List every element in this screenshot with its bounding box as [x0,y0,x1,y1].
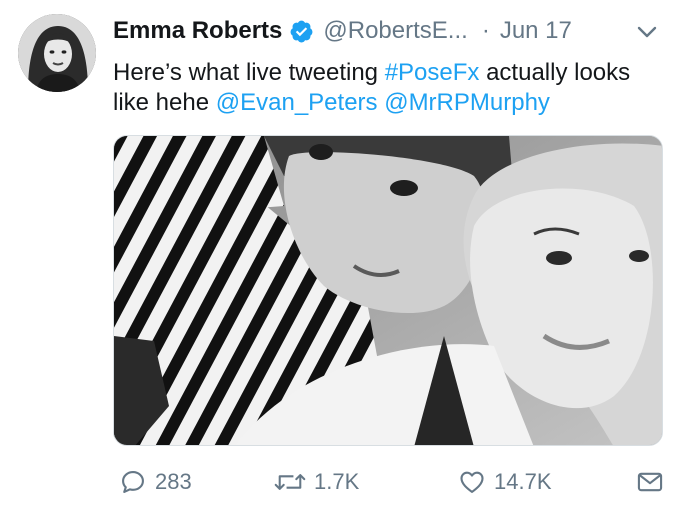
reply-icon [122,471,144,493]
retweet-button[interactable]: 1.7K [274,466,359,498]
author-handle[interactable]: @RobertsE... [323,17,467,45]
tweet-text: Here’s what live tweeting #PoseFx actual… [113,58,653,118]
action-bar: 283 1.7K 14.7K [113,466,663,498]
retweet-icon [274,474,306,490]
chevron-down-icon[interactable] [636,21,658,43]
direct-message-button[interactable] [636,466,664,498]
tweet-date[interactable]: Jun 17 [500,17,572,45]
reply-button[interactable]: 283 [119,466,192,498]
author-name[interactable]: Emma Roberts [113,17,282,45]
like-icon [460,471,484,493]
hashtag-link[interactable]: #PoseFx [385,59,480,86]
mention-link[interactable]: @Evan_Peters [216,89,378,116]
like-count: 14.7K [494,469,552,494]
reply-count: 283 [155,469,192,494]
avatar[interactable] [18,14,96,92]
direct-message-icon [637,472,663,492]
retweet-count: 1.7K [314,469,360,494]
tweet-photo[interactable] [113,135,663,446]
like-button[interactable]: 14.7K [458,466,552,498]
tweet-header: Emma Roberts @RobertsE... · Jun 17 [113,16,660,46]
verified-badge-icon [290,20,313,42]
avatar-image [18,14,96,92]
mention-link[interactable]: @MrRPMurphy [384,89,550,116]
separator-dot: · [481,17,490,44]
tweet-text-part: Here’s what live tweeting [113,59,385,86]
photo-image [114,136,662,445]
